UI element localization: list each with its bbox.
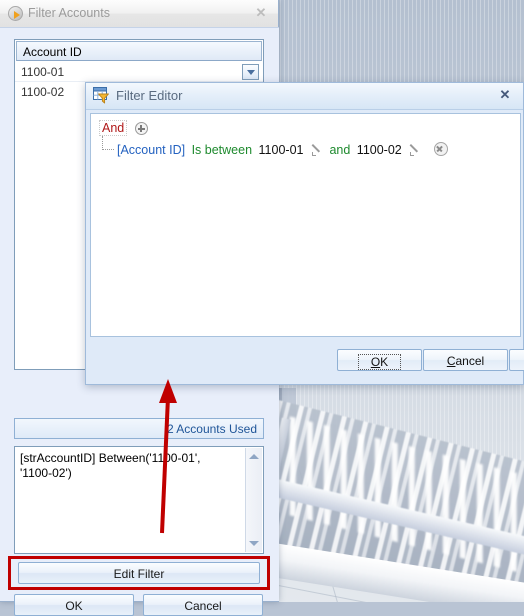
filter-accounts-title: Filter Accounts: [28, 6, 110, 20]
ok-label-suffix: K: [380, 355, 389, 369]
account-id-value: 1100-01: [21, 65, 65, 79]
filter-editor-panel[interactable]: And [Account ID] Is between 1100-01 and …: [90, 113, 521, 337]
pencil-edit-icon[interactable]: [410, 143, 422, 156]
condition-operator[interactable]: Is between: [192, 143, 252, 157]
condition-value-1[interactable]: 1100-01: [259, 143, 304, 157]
filter-accounts-titlebar: Filter Accounts ✕: [0, 0, 278, 28]
filter-expression-box[interactable]: [strAccountID] Between('1100-01', '1100-…: [14, 446, 264, 554]
cancel-label-suffix: ancel: [455, 354, 485, 368]
filter-editor-titlebar: Filter Editor ✕: [86, 83, 523, 110]
table-filter-icon: [93, 87, 110, 104]
scroll-up-arrow-icon[interactable]: [246, 448, 262, 464]
pencil-edit-icon[interactable]: [311, 143, 324, 156]
filter-group-row[interactable]: And: [99, 120, 512, 139]
cancel-button[interactable]: Cancel: [423, 349, 508, 371]
filter-expression-scrollbar[interactable]: [245, 448, 262, 552]
filter-editor-window: Filter Editor ✕ And [Account ID] Is betw…: [85, 82, 524, 385]
chevron-down-icon[interactable]: [242, 64, 259, 80]
accounts-used-bar: 2 Accounts Used: [14, 418, 264, 439]
account-grid-header[interactable]: Account ID: [16, 41, 262, 61]
condition-value-2[interactable]: 1100-02: [357, 143, 402, 157]
add-condition-icon[interactable]: [134, 122, 148, 136]
ok-button[interactable]: OK: [14, 594, 134, 616]
account-id-value: 1100-02: [21, 85, 65, 99]
filter-condition-row[interactable]: [Account ID] Is between 1100-01 and 1100…: [99, 136, 512, 162]
ok-button[interactable]: OK: [337, 349, 422, 371]
cancel-button[interactable]: Cancel: [143, 594, 263, 616]
table-row[interactable]: 1100-01: [15, 62, 263, 82]
filter-editor-button-bar: OK Cancel Apply: [86, 341, 524, 386]
scroll-down-arrow-icon[interactable]: [246, 536, 262, 552]
remove-condition-icon[interactable]: [433, 142, 448, 156]
close-icon[interactable]: ✕: [497, 87, 513, 103]
column-header-account-id: Account ID: [23, 45, 82, 59]
accounts-used-label: 2 Accounts Used: [166, 422, 257, 436]
condition-conjunction: and: [329, 143, 351, 157]
tree-elbow-connector: [102, 136, 114, 150]
filter-editor-title: Filter Editor: [116, 88, 183, 103]
ok-accel: O: [370, 355, 381, 369]
close-icon[interactable]: ✕: [253, 5, 269, 21]
orb-play-icon: [8, 6, 23, 21]
edit-filter-button[interactable]: Edit Filter: [18, 562, 260, 584]
group-operator-label[interactable]: And: [99, 120, 128, 136]
filter-expression-text: [strAccountID] Between('1100-01', '1100-…: [20, 451, 201, 480]
condition-field[interactable]: [Account ID]: [117, 143, 185, 157]
filter-condition-tree: And [Account ID] Is between 1100-01 and …: [99, 120, 512, 162]
apply-button[interactable]: Apply: [509, 349, 524, 371]
